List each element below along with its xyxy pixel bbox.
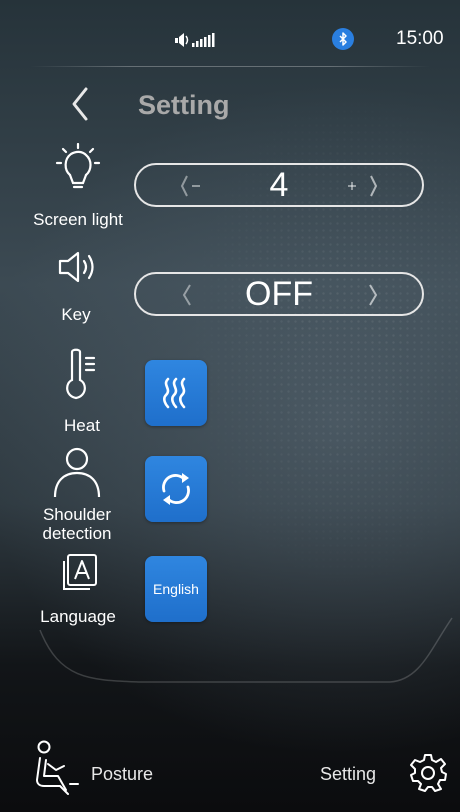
speaker-icon [58, 251, 94, 283]
heat-button[interactable] [145, 360, 207, 426]
next-button[interactable] [364, 282, 384, 308]
posture-nav-label[interactable]: Posture [91, 764, 153, 785]
status-time: 15:00 [396, 28, 444, 49]
key-label: Key [61, 305, 91, 324]
language-value: English [153, 581, 199, 597]
setting-screen: 15:00 Setting Screen light 4 Key OFF Hea… [0, 0, 460, 812]
seated-person-icon[interactable] [34, 740, 80, 796]
status-bar: 15:00 [0, 0, 460, 66]
shoulder-detection-button[interactable] [145, 456, 207, 522]
bulb-icon [55, 143, 101, 189]
setting-nav-label[interactable]: Setting [320, 764, 376, 785]
thermometer-icon [66, 348, 96, 400]
screen-light-label: Screen light [33, 210, 123, 229]
person-icon [53, 447, 101, 498]
heat-waves-icon [163, 377, 186, 409]
back-button[interactable] [66, 86, 94, 122]
screen-light-stepper[interactable]: 4 [134, 163, 424, 207]
shoulder-detection-label-line1: Shoulder [42, 505, 112, 524]
status-divider [30, 66, 430, 67]
key-toggle[interactable]: OFF [134, 272, 424, 316]
gear-icon[interactable] [408, 752, 448, 792]
language-button[interactable]: English [145, 556, 207, 622]
volume-signal-icon [175, 33, 215, 47]
page-title: Setting [138, 90, 230, 120]
language-icon [63, 554, 97, 590]
shoulder-detection-label-line2: detection [42, 524, 112, 543]
increase-button[interactable] [342, 173, 382, 199]
heat-label: Heat [64, 416, 100, 435]
language-label: Language [40, 607, 116, 626]
background-dot-pattern [180, 80, 460, 600]
refresh-icon [162, 473, 190, 505]
bluetooth-icon [332, 28, 354, 50]
